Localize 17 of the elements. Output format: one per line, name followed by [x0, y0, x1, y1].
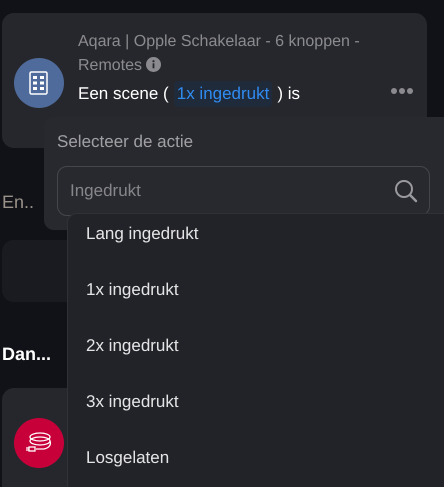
sentence-text: ) is	[277, 83, 300, 105]
dropdown-option[interactable]: 1x ingedrukt	[68, 279, 197, 301]
section-heading: En..	[2, 192, 34, 212]
action-chip[interactable]: 1x ingedrukt	[174, 81, 272, 107]
dropdown-option[interactable]: 3x ingedrukt	[68, 391, 197, 413]
device-name: Aqara | Opple Schakelaar - 6 knoppen - Remotes	[78, 32, 361, 76]
dropdown-option[interactable]: 2x ingedrukt	[68, 335, 197, 357]
search-icon[interactable]	[394, 179, 418, 203]
dropdown-option[interactable]: Lang ingedrukt	[68, 223, 216, 245]
remote-icon	[14, 58, 64, 108]
section-heading: Dan...	[2, 344, 52, 364]
popover-title: Selecteer de actie	[57, 131, 194, 153]
dropdown-option[interactable]: Losgelaten	[68, 447, 188, 469]
more-icon[interactable]	[391, 88, 413, 94]
info-icon[interactable]	[146, 57, 162, 72]
led-strip-icon	[14, 418, 64, 468]
sentence-text: Een scene (	[78, 83, 169, 105]
